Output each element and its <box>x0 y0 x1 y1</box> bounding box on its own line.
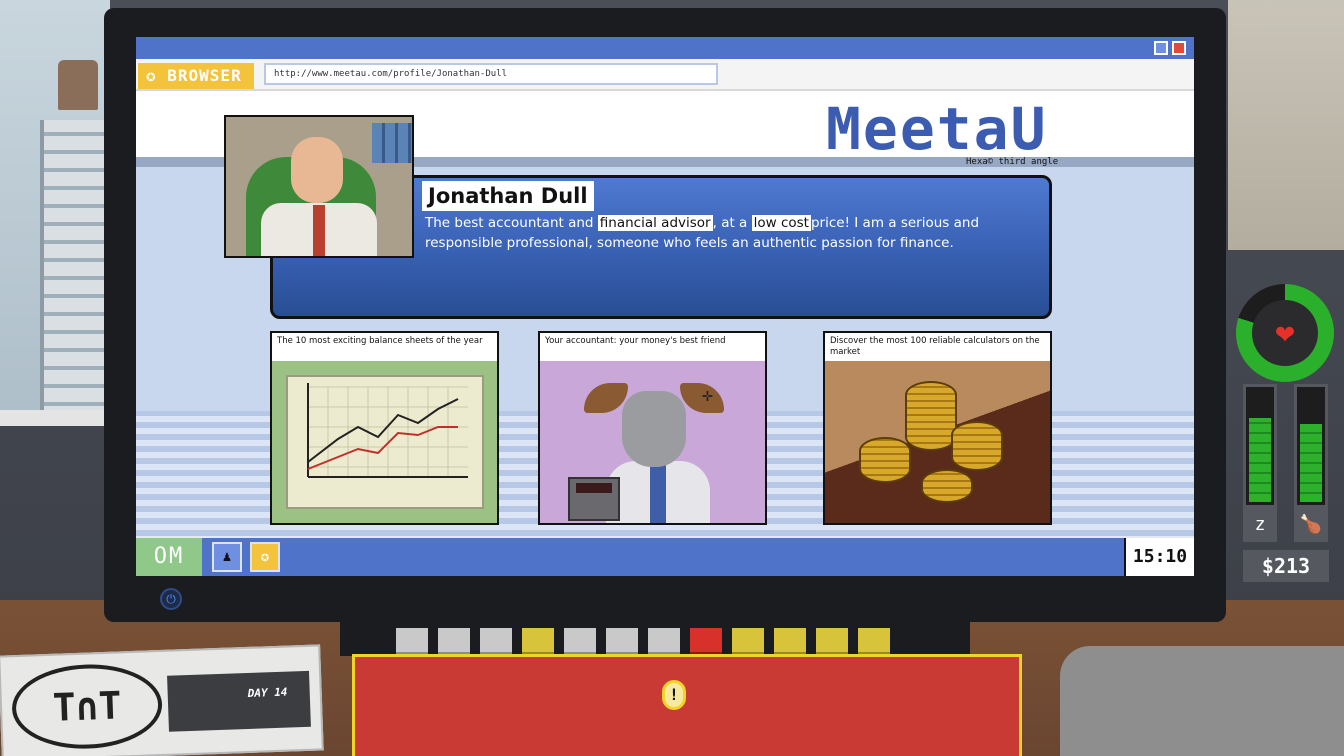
profile-bio: The best accountant and financial adviso… <box>425 215 980 251</box>
money-counter: $213 <box>1243 550 1329 582</box>
card-title: Your accountant: your money's best frien… <box>545 336 726 346</box>
face <box>291 137 343 203</box>
sleep-icon: z <box>1243 508 1277 542</box>
coin-stack <box>921 469 973 503</box>
alert-icon[interactable]: ! <box>662 680 686 710</box>
dog-accountant-image <box>540 361 765 523</box>
binders <box>372 123 412 163</box>
card-title: Discover the most 100 reliable calculato… <box>830 336 1040 357</box>
people-app-icon[interactable]: ♟ <box>212 542 242 572</box>
crosshair-cursor-icon: ✛ <box>702 385 713 406</box>
building <box>40 120 110 420</box>
office-window <box>0 0 110 426</box>
browser-app-icon[interactable]: ✪ <box>250 542 280 572</box>
chart-image <box>272 361 497 523</box>
browser-icon: ✪ <box>146 66 168 85</box>
key[interactable] <box>816 628 848 656</box>
newspaper-logo: T∩T <box>10 661 164 752</box>
dog-tie <box>650 465 666 523</box>
dog-head <box>622 391 686 467</box>
key[interactable] <box>690 628 722 656</box>
key[interactable] <box>858 628 890 656</box>
bio-highlight[interactable]: financial advisor <box>597 215 713 231</box>
chart-paper <box>286 375 484 509</box>
tie <box>313 205 325 256</box>
keyboard-keys <box>396 628 890 656</box>
telephone[interactable] <box>1060 646 1344 756</box>
profile-photo <box>224 115 414 258</box>
key[interactable] <box>480 628 512 656</box>
profile-name: Jonathan Dull <box>422 181 594 211</box>
key[interactable] <box>564 628 596 656</box>
food-meter-fill <box>1300 424 1322 502</box>
sleep-meter-fill <box>1249 418 1271 502</box>
newspaper[interactable]: T∩T DAY 14 <box>0 644 324 756</box>
bio-highlight[interactable]: low cost <box>751 215 811 231</box>
article-card-balance-sheets[interactable]: The 10 most exciting balance sheets of t… <box>270 331 499 525</box>
article-card-accountant[interactable]: Your accountant: your money's best frien… <box>538 331 767 525</box>
health-meter: ❤ <box>1236 284 1334 382</box>
key[interactable] <box>396 628 428 656</box>
food-icon: 🍗 <box>1294 508 1328 542</box>
computer-screen: ✪ BROWSER http://www.meetau.com/profile/… <box>136 37 1194 576</box>
card-title: The 10 most exciting balance sheets of t… <box>277 336 483 346</box>
coins-image <box>825 361 1050 523</box>
key[interactable] <box>648 628 680 656</box>
coin-stack <box>905 381 957 451</box>
close-icon[interactable] <box>1172 41 1186 55</box>
taskbar: OM ♟ ✪ 15:10 <box>136 536 1194 576</box>
right-window <box>1228 0 1344 250</box>
address-bar: ✪ BROWSER http://www.meetau.com/profile/… <box>136 59 1194 91</box>
window-sill <box>0 410 110 426</box>
key[interactable] <box>438 628 470 656</box>
clock: 15:10 <box>1124 538 1194 576</box>
minimize-icon[interactable] <box>1154 41 1168 55</box>
sleep-meter <box>1243 384 1277 508</box>
key[interactable] <box>732 628 764 656</box>
power-icon[interactable]: ⏻ <box>160 588 182 610</box>
key[interactable] <box>774 628 806 656</box>
notebook[interactable] <box>352 654 1022 756</box>
key[interactable] <box>522 628 554 656</box>
article-card-calculators[interactable]: Discover the most 100 reliable calculato… <box>823 331 1052 525</box>
url-input[interactable]: http://www.meetau.com/profile/Jonathan-D… <box>264 63 718 85</box>
food-meter <box>1294 384 1328 508</box>
browser-label: ✪ BROWSER <box>138 63 254 89</box>
water-tower <box>58 60 98 110</box>
site-logo[interactable]: MeetaU <box>826 95 1048 163</box>
site-slogan: Hexa© third angle <box>966 157 1059 167</box>
dog-ear <box>584 383 628 413</box>
coin-stack <box>951 421 1003 471</box>
web-page: MeetaU Hexa© third angle Jonathan Dull T… <box>136 91 1194 536</box>
window-titlebar[interactable] <box>136 37 1194 59</box>
key[interactable] <box>606 628 638 656</box>
start-button[interactable]: OM <box>136 538 202 576</box>
day-counter: DAY 14 <box>167 670 311 732</box>
heart-icon: ❤ <box>1252 300 1318 366</box>
calculator-icon <box>568 477 620 521</box>
coin-stack <box>859 437 911 483</box>
